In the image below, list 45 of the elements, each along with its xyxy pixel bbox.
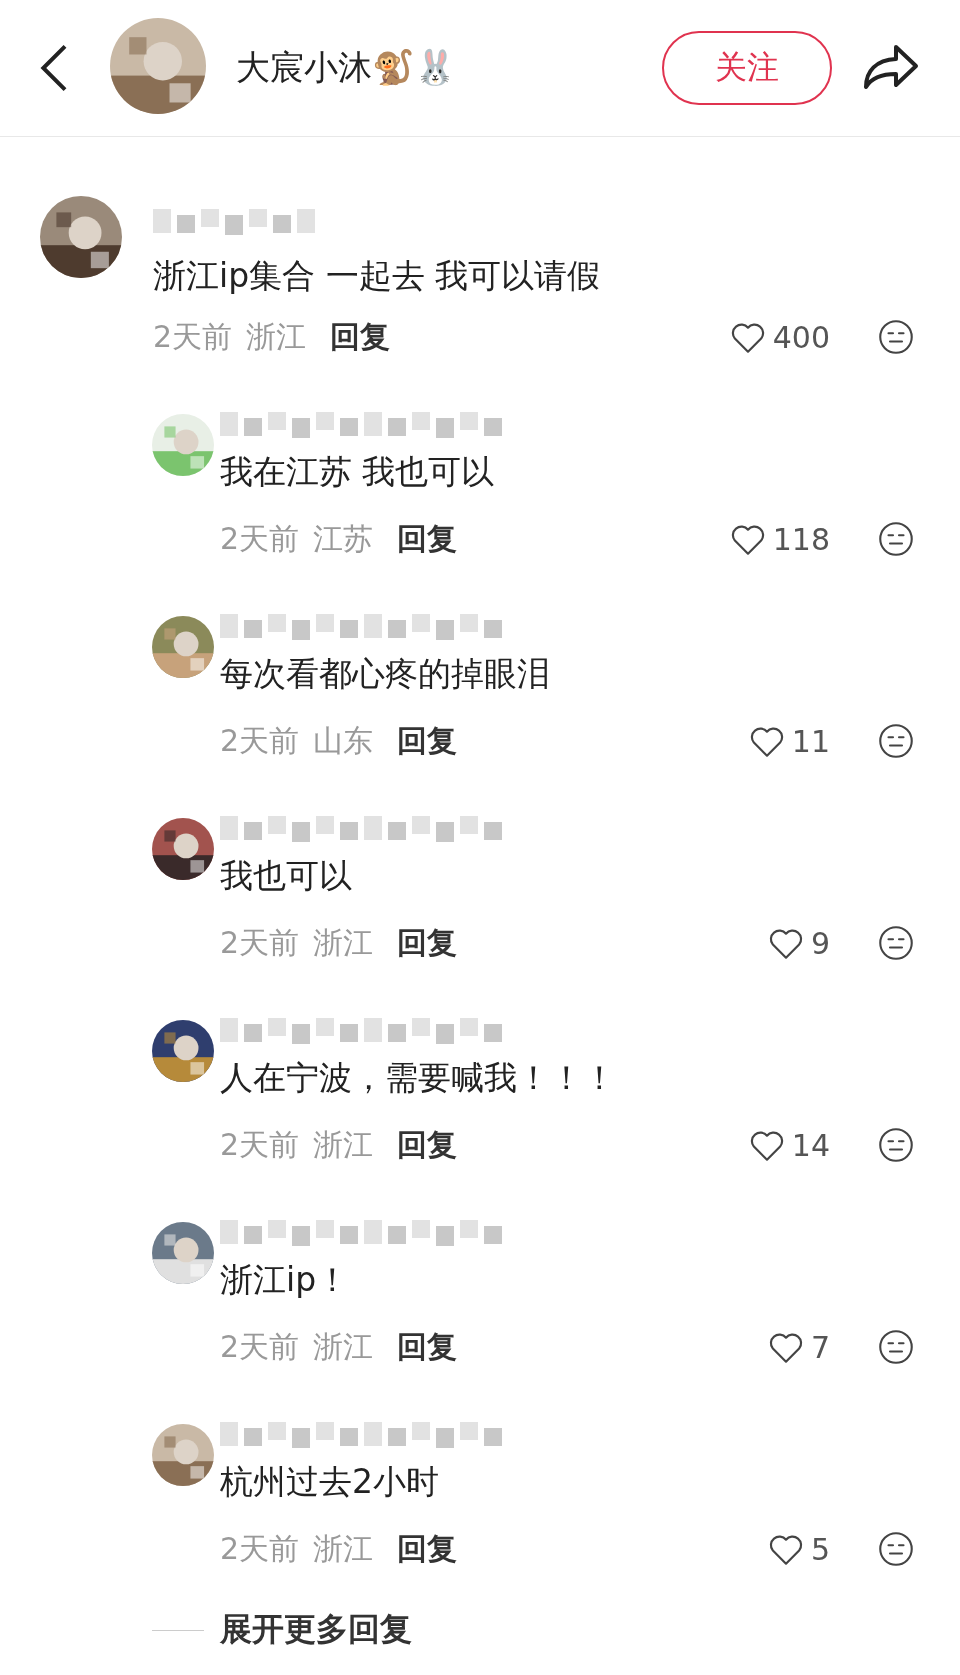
face-icon[interactable] bbox=[878, 521, 914, 557]
reply-button[interactable]: 回复 bbox=[387, 1124, 458, 1166]
comment-text: 人在宁波，需要喊我！！！ bbox=[220, 1057, 617, 1099]
comment-text: 每次看都心疼的掉眼泪 bbox=[220, 653, 551, 695]
comment-text: 我在江苏 我也可以 bbox=[220, 451, 496, 493]
comment-text: 浙江ip！ bbox=[220, 1259, 351, 1301]
comment-text: 我也可以 bbox=[220, 855, 353, 897]
comment-location: 浙江 bbox=[246, 317, 307, 356]
comment-location: 浙江 bbox=[313, 1327, 374, 1366]
reply-button[interactable]: 回复 bbox=[387, 518, 458, 560]
comment-location: 浙江 bbox=[313, 1529, 374, 1568]
like-count: 11 bbox=[791, 723, 830, 759]
expand-replies-link[interactable]: 展开更多回复 bbox=[220, 1608, 412, 1652]
user-name: 大宸小沐🐒🐰 bbox=[236, 46, 457, 89]
reply-button[interactable]: 回复 bbox=[320, 316, 391, 358]
reply-button[interactable]: 回复 bbox=[387, 922, 458, 964]
comment-time: 2天前 bbox=[220, 1327, 300, 1366]
comment-text: 浙江ip集合 一起去 我可以请假 bbox=[153, 255, 602, 297]
like-count: 14 bbox=[791, 1127, 830, 1163]
reply-button[interactable]: 回复 bbox=[387, 1326, 458, 1368]
face-icon[interactable] bbox=[878, 1127, 914, 1163]
face-icon[interactable] bbox=[878, 925, 914, 961]
face-icon[interactable] bbox=[878, 1329, 914, 1365]
like-count: 5 bbox=[810, 1531, 830, 1567]
reply-button[interactable]: 回复 bbox=[387, 720, 458, 762]
comment-time: 2天前 bbox=[220, 721, 300, 760]
comment-time: 2天前 bbox=[220, 519, 300, 558]
follow-button[interactable]: 关注 bbox=[662, 31, 832, 105]
face-icon[interactable] bbox=[878, 1531, 914, 1567]
comment-time: 2天前 bbox=[153, 317, 233, 356]
like-count: 400 bbox=[772, 319, 830, 355]
like-count: 118 bbox=[772, 521, 830, 557]
face-icon[interactable] bbox=[878, 723, 914, 759]
comment-location: 江苏 bbox=[313, 519, 374, 558]
face-icon[interactable] bbox=[878, 319, 914, 355]
comment-location: 山东 bbox=[313, 721, 374, 760]
comment-time: 2天前 bbox=[220, 1125, 300, 1164]
like-count: 9 bbox=[810, 925, 830, 961]
comment-time: 2天前 bbox=[220, 1529, 300, 1568]
like-count: 7 bbox=[810, 1329, 830, 1365]
comment-text: 杭州过去2小时 bbox=[220, 1461, 440, 1503]
comment-location: 浙江 bbox=[313, 1125, 374, 1164]
comment-location: 浙江 bbox=[313, 923, 374, 962]
comment-time: 2天前 bbox=[220, 923, 300, 962]
reply-button[interactable]: 回复 bbox=[387, 1528, 458, 1570]
